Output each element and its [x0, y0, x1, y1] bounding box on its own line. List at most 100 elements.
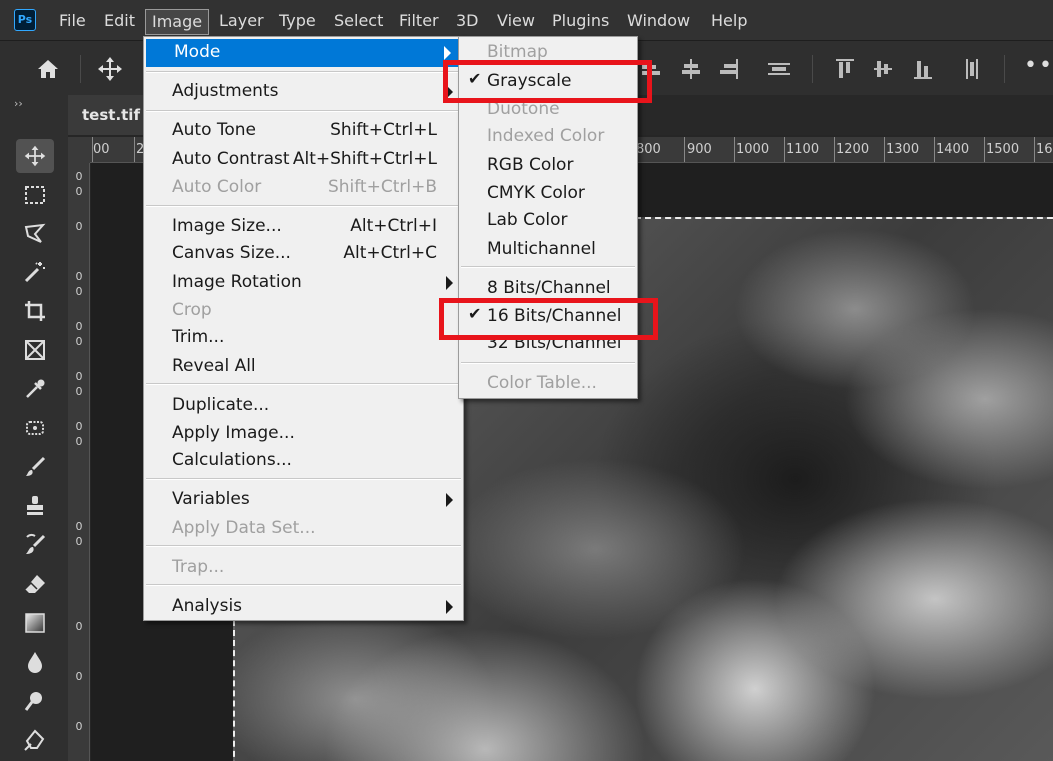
menu-edit[interactable]: Edit: [104, 0, 135, 40]
menu-item-auto-color[interactable]: Auto Color Shift+Ctrl+B: [144, 174, 463, 202]
submenu-arrow-icon: [446, 276, 453, 290]
mode-item-label: Bitmap: [487, 42, 548, 62]
ruler-tick: [884, 137, 885, 162]
menu-type[interactable]: Type: [279, 0, 316, 40]
blur-tool-icon[interactable]: [16, 645, 54, 679]
menu-filter[interactable]: Filter: [399, 0, 439, 40]
menu-item-label: Duplicate...: [172, 395, 270, 415]
menu-view[interactable]: View: [497, 0, 535, 40]
menu-item-crop[interactable]: Crop: [144, 297, 463, 325]
mode-item-indexed-color[interactable]: Indexed Color: [459, 124, 637, 151]
menu-layer[interactable]: Layer: [219, 0, 264, 40]
menu-item-apply-data-set[interactable]: Apply Data Set...: [144, 515, 463, 543]
mode-item-label: RGB Color: [487, 155, 574, 175]
distribute-vertical-icon[interactable]: [962, 57, 984, 81]
ruler-label: 0: [75, 720, 83, 733]
menu-item-apply-image[interactable]: Apply Image...: [144, 420, 463, 448]
mode-item-label: Multichannel: [487, 239, 596, 259]
menu-item-trap[interactable]: Trap...: [144, 554, 463, 582]
healing-brush-tool-icon[interactable]: [16, 411, 54, 445]
menu-item-label: Image Rotation: [172, 272, 302, 292]
history-brush-tool-icon[interactable]: [16, 528, 54, 562]
menu-item-adjustments[interactable]: Adjustments: [144, 78, 463, 106]
align-center-icon[interactable]: [680, 57, 702, 81]
menu-item-image-size[interactable]: Image Size... Alt+Ctrl+I: [144, 213, 463, 241]
ruler-label: 900: [687, 142, 712, 157]
menu-help[interactable]: Help: [711, 0, 747, 40]
more-icon[interactable]: •••: [1024, 55, 1053, 79]
menu-item-shortcut: Alt+Ctrl+C: [343, 243, 437, 263]
align-bottom-icon[interactable]: [912, 57, 934, 81]
ruler-label: 1400: [936, 142, 970, 157]
ruler-label: 1200: [836, 142, 870, 157]
menu-item-shortcut: Shift+Ctrl+L: [330, 120, 437, 140]
mode-item-multichannel[interactable]: Multichannel: [459, 237, 637, 264]
dodge-tool-icon[interactable]: [16, 684, 54, 718]
lasso-tool-icon[interactable]: [16, 217, 54, 251]
menu-separator: [146, 71, 461, 73]
menu-item-label: Calculations...: [172, 450, 292, 470]
menu-item-reveal-all[interactable]: Reveal All: [144, 353, 463, 381]
ruler-label: 0: [75, 385, 83, 398]
menu-separator: [146, 478, 461, 480]
ruler-label: 800: [636, 142, 661, 157]
align-top-icon[interactable]: [834, 57, 856, 81]
collapse-icon[interactable]: ››: [14, 97, 23, 110]
ruler-label: 0: [75, 435, 83, 448]
brush-tool-icon[interactable]: [16, 450, 54, 484]
ruler-corner: [68, 137, 90, 163]
frame-tool-icon[interactable]: [16, 333, 54, 367]
gradient-tool-icon[interactable]: [16, 606, 54, 640]
menu-3d[interactable]: 3D: [456, 0, 479, 40]
mode-item-lab-color[interactable]: Lab Color: [459, 208, 637, 235]
pen-tool-icon[interactable]: [16, 723, 54, 757]
menu-item-calculations[interactable]: Calculations...: [144, 447, 463, 475]
mode-item-cmyk-color[interactable]: CMYK Color: [459, 181, 637, 208]
submenu-arrow-icon: [446, 600, 453, 614]
menu-bar: Ps File Edit Image Layer Type Select Fil…: [0, 0, 1053, 40]
menu-item-auto-tone[interactable]: Auto Tone Shift+Ctrl+L: [144, 117, 463, 145]
menu-item-auto-contrast[interactable]: Auto Contrast Alt+Shift+Ctrl+L: [144, 146, 463, 174]
menu-item-duplicate[interactable]: Duplicate...: [144, 392, 463, 420]
home-icon[interactable]: [36, 58, 60, 80]
magic-wand-tool-icon[interactable]: [16, 255, 54, 289]
menu-item-label: Reveal All: [172, 356, 256, 376]
eyedropper-tool-icon[interactable]: [16, 372, 54, 406]
menu-item-variables[interactable]: Variables: [144, 486, 463, 514]
menu-separator: [146, 545, 461, 547]
menu-item-analysis[interactable]: Analysis: [144, 593, 463, 621]
ruler-label: 0: [75, 220, 83, 233]
ruler-tick: [984, 137, 985, 162]
move-tool-icon[interactable]: [16, 139, 54, 173]
options-divider: [812, 55, 813, 83]
menu-item-label: Trim...: [172, 327, 225, 347]
menu-item-image-rotation[interactable]: Image Rotation: [144, 269, 463, 297]
menu-item-trim[interactable]: Trim...: [144, 324, 463, 352]
menu-item-mode[interactable]: Mode: [146, 39, 461, 67]
menu-item-shortcut: Alt+Ctrl+I: [350, 216, 437, 236]
crop-tool-icon[interactable]: [16, 294, 54, 328]
ruler-tick: [684, 137, 685, 162]
document-tab[interactable]: test.tif @: [68, 95, 148, 135]
mode-item-color-table[interactable]: Color Table...: [459, 371, 637, 398]
move-icon[interactable]: [96, 55, 124, 83]
eraser-tool-icon[interactable]: [16, 567, 54, 601]
menu-image[interactable]: Image: [145, 9, 210, 35]
align-right-icon[interactable]: [718, 57, 740, 81]
marquee-tool-icon[interactable]: [16, 178, 54, 212]
distribute-icon[interactable]: [768, 57, 790, 81]
grayscale-highlight-box: [443, 60, 652, 103]
menu-window[interactable]: Window: [627, 0, 690, 40]
menu-item-label: Image Size...: [172, 216, 282, 236]
mode-item-rgb-color[interactable]: RGB Color: [459, 153, 637, 180]
menu-select[interactable]: Select: [334, 0, 383, 40]
clone-stamp-tool-icon[interactable]: [16, 489, 54, 523]
menu-item-canvas-size[interactable]: Canvas Size... Alt+Ctrl+C: [144, 240, 463, 268]
menu-plugins[interactable]: Plugins: [552, 0, 609, 40]
submenu-arrow-icon: [446, 493, 453, 507]
menu-file[interactable]: File: [59, 0, 86, 40]
mode-item-label: 8 Bits/Channel: [487, 278, 611, 298]
menu-item-label: Apply Data Set...: [172, 518, 316, 538]
menu-item-label: Auto Tone: [172, 120, 257, 140]
align-middle-icon[interactable]: [872, 57, 894, 81]
